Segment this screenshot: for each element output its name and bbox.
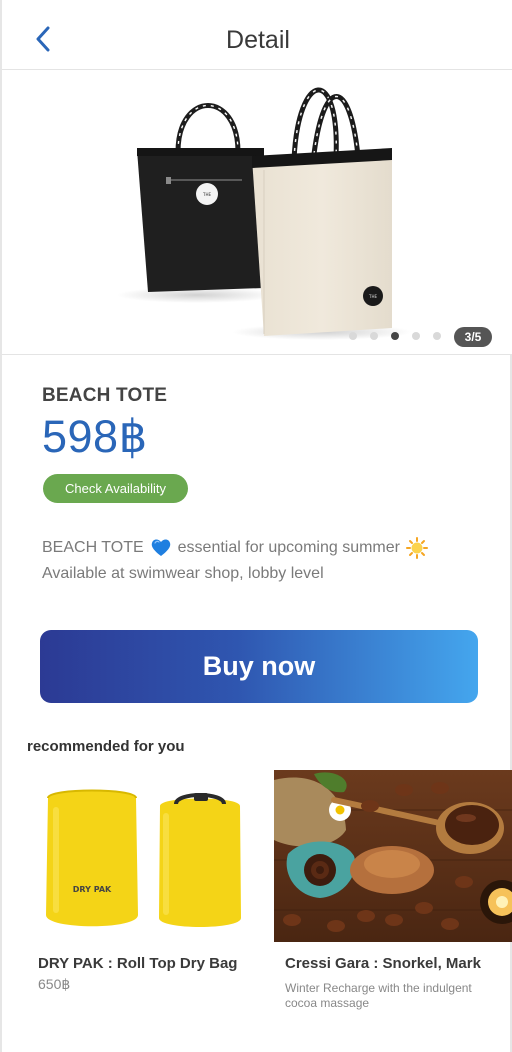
sun-icon	[405, 537, 428, 559]
blue-heart-icon	[151, 539, 170, 556]
svg-text:THE: THE	[368, 294, 377, 299]
svg-text:DRY PAK: DRY PAK	[73, 885, 112, 894]
description-text: BEACH TOTE	[42, 539, 144, 556]
recommended-section-title: recommended for you	[27, 738, 185, 755]
page-title: Detail	[226, 26, 290, 54]
check-availability-button[interactable]: Check Availability	[43, 474, 188, 503]
app-frame: Detail THE THE 3/5 BEACH TOTE 598฿ Check…	[0, 0, 512, 1052]
product-description-line2: Available at swimwear shop, lobby level	[42, 565, 324, 582]
recommended-card-dry-pak[interactable]: DRY PAK DRY PAK : Roll Top Dry Bag 650฿	[26, 770, 262, 1030]
pagination-dot[interactable]	[412, 332, 420, 340]
card-title: DRY PAK : Roll Top Dry Bag	[38, 955, 238, 972]
card-image	[274, 770, 512, 942]
card-image: DRY PAK	[26, 770, 262, 932]
product-image-gallery[interactable]: THE THE	[2, 70, 512, 355]
svg-text:THE: THE	[202, 192, 211, 197]
pagination-dot[interactable]	[349, 332, 357, 340]
header-bar: Detail	[2, 0, 512, 70]
image-counter-badge: 3/5	[454, 327, 492, 347]
product-description-line1: BEACH TOTE essential for upcoming summer	[42, 537, 428, 559]
pagination-dot-active[interactable]	[391, 332, 399, 340]
pagination-dot[interactable]	[433, 332, 441, 340]
cocoa-massage-image	[274, 770, 512, 942]
card-description: Winter Recharge with the indulgent cocoa…	[285, 981, 472, 1010]
description-text: essential for upcoming summer	[177, 539, 400, 556]
recommended-card-cressi-gara[interactable]: Cressi Gara : Snorkel, Mark Winter Recha…	[274, 770, 512, 1030]
dry-bag-image: DRY PAK	[26, 770, 262, 932]
product-name: BEACH TOTE	[42, 385, 168, 406]
gallery-pagination	[349, 332, 441, 340]
pagination-dot[interactable]	[370, 332, 378, 340]
card-price: 650฿	[38, 976, 71, 992]
buy-now-button[interactable]: Buy now	[40, 630, 478, 703]
product-price: 598฿	[42, 411, 148, 462]
product-image: THE THE	[117, 87, 412, 340]
card-title: Cressi Gara : Snorkel, Mark	[285, 955, 481, 972]
